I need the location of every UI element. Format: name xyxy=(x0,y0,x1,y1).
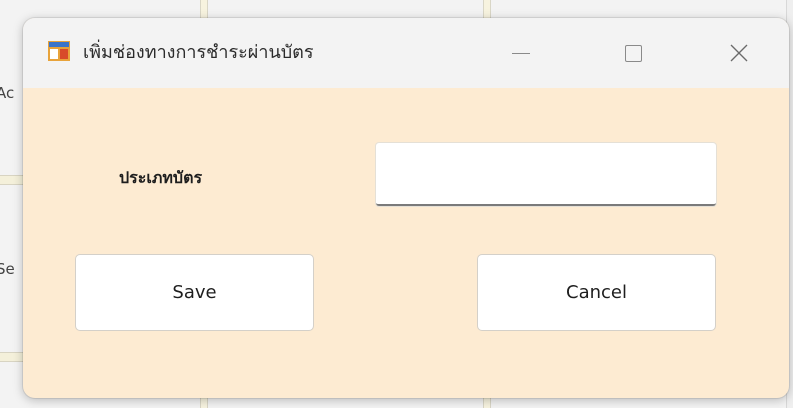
card-type-label: ประเภทบัตร xyxy=(119,168,203,187)
close-button[interactable] xyxy=(719,36,759,70)
windows-form-icon xyxy=(48,41,70,61)
minimize-button[interactable] xyxy=(501,36,541,70)
background-label: Se xyxy=(0,260,15,278)
cancel-button[interactable]: Cancel xyxy=(477,254,716,331)
background-label: Ac xyxy=(0,84,15,102)
maximize-button[interactable] xyxy=(613,36,653,70)
card-type-input[interactable] xyxy=(376,143,716,206)
close-icon xyxy=(730,44,748,62)
window-title: เพิ่มช่องทางการชำระผ่านบัตร xyxy=(83,42,314,63)
title-bar[interactable]: เพิ่มช่องทางการชำระผ่านบัตร xyxy=(23,18,789,88)
dialog-window: เพิ่มช่องทางการชำระผ่านบัตร ประเภทบัตร S… xyxy=(23,18,789,398)
minimize-icon xyxy=(512,52,530,54)
save-button[interactable]: Save xyxy=(75,254,314,331)
maximize-icon xyxy=(624,44,642,62)
